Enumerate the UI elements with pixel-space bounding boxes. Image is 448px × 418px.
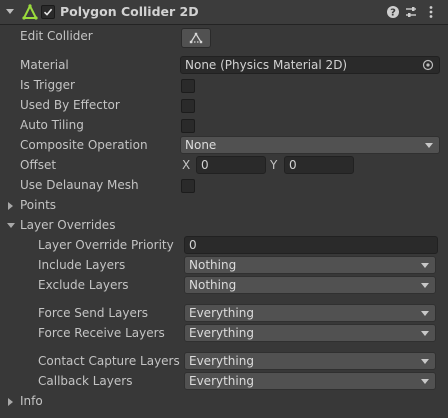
material-label: Material <box>20 58 69 72</box>
chevron-down-icon[interactable] <box>6 9 14 14</box>
chevron-down-icon <box>425 143 433 148</box>
exclude-layers-label: Exclude Layers <box>38 278 129 292</box>
chevron-down-icon[interactable] <box>7 223 15 228</box>
contact-capture-layers-label: Contact Capture Layers <box>38 354 180 368</box>
used-by-effector-checkbox[interactable] <box>181 99 195 113</box>
layer-overrides-foldout[interactable]: Layer Overrides <box>20 218 115 232</box>
used-by-effector-label: Used By Effector <box>20 98 120 112</box>
force-receive-layers-label: Force Receive Layers <box>38 326 165 340</box>
contact-capture-layers-value: Everything <box>189 354 254 368</box>
chevron-right-icon[interactable] <box>8 398 13 406</box>
offset-y-field[interactable]: 0 <box>284 156 354 174</box>
force-receive-layers-value: Everything <box>189 326 254 340</box>
offset-label: Offset <box>20 158 57 172</box>
force-send-layers-dropdown[interactable]: Everything <box>184 304 436 322</box>
chevron-down-icon <box>421 379 429 384</box>
component-enabled-checkbox[interactable] <box>41 5 55 19</box>
include-layers-value: Nothing <box>189 258 237 272</box>
object-picker-icon[interactable] <box>422 59 434 71</box>
include-layers-dropdown[interactable]: Nothing <box>184 256 436 274</box>
material-value: None (Physics Material 2D) <box>185 58 348 72</box>
checkmark-icon <box>43 8 53 16</box>
force-send-layers-label: Force Send Layers <box>38 306 149 320</box>
edit-collider-button[interactable] <box>181 28 211 48</box>
contact-capture-layers-dropdown[interactable]: Everything <box>184 352 436 370</box>
offset-x-field[interactable]: 0 <box>196 156 266 174</box>
edit-collider-icon <box>189 32 203 44</box>
offset-y-label: Y <box>270 158 278 172</box>
use-delaunay-mesh-checkbox[interactable] <box>181 179 195 193</box>
svg-text:?: ? <box>390 8 396 19</box>
composite-operation-value: None <box>185 138 217 152</box>
polygon-collider-icon <box>22 4 38 20</box>
use-delaunay-mesh-label: Use Delaunay Mesh <box>20 178 139 192</box>
composite-operation-label: Composite Operation <box>20 138 148 152</box>
edit-collider-label: Edit Collider <box>20 29 93 43</box>
chevron-down-icon <box>421 359 429 364</box>
offset-x-value: 0 <box>201 158 209 172</box>
is-trigger-checkbox[interactable] <box>181 79 195 93</box>
offset-y-value: 0 <box>289 158 297 172</box>
info-foldout[interactable]: Info <box>20 394 43 408</box>
more-vertical-icon[interactable] <box>423 4 439 20</box>
callback-layers-label: Callback Layers <box>38 374 133 388</box>
is-trigger-label: Is Trigger <box>20 78 75 92</box>
layer-override-priority-label: Layer Override Priority <box>38 238 174 252</box>
component-header: Polygon Collider 2D ? <box>0 0 448 25</box>
presets-icon[interactable] <box>403 4 419 20</box>
chevron-down-icon <box>421 331 429 336</box>
force-send-layers-value: Everything <box>189 306 254 320</box>
layer-override-priority-field[interactable]: 0 <box>184 236 438 254</box>
chevron-down-icon <box>421 263 429 268</box>
auto-tiling-checkbox[interactable] <box>181 119 195 133</box>
callback-layers-dropdown[interactable]: Everything <box>184 372 436 390</box>
component-title: Polygon Collider 2D <box>60 4 199 19</box>
chevron-down-icon <box>421 311 429 316</box>
chevron-right-icon[interactable] <box>8 202 13 210</box>
callback-layers-value: Everything <box>189 374 254 388</box>
auto-tiling-label: Auto Tiling <box>20 118 84 132</box>
material-field[interactable]: None (Physics Material 2D) <box>180 56 440 74</box>
points-foldout[interactable]: Points <box>20 198 56 212</box>
layer-override-priority-value: 0 <box>189 238 197 252</box>
chevron-down-icon <box>421 283 429 288</box>
offset-x-label: X <box>182 158 191 172</box>
force-receive-layers-dropdown[interactable]: Everything <box>184 324 436 342</box>
exclude-layers-dropdown[interactable]: Nothing <box>184 276 436 294</box>
help-icon[interactable]: ? <box>385 4 401 20</box>
composite-operation-dropdown[interactable]: None <box>180 136 440 154</box>
include-layers-label: Include Layers <box>38 258 126 272</box>
exclude-layers-value: Nothing <box>189 278 237 292</box>
